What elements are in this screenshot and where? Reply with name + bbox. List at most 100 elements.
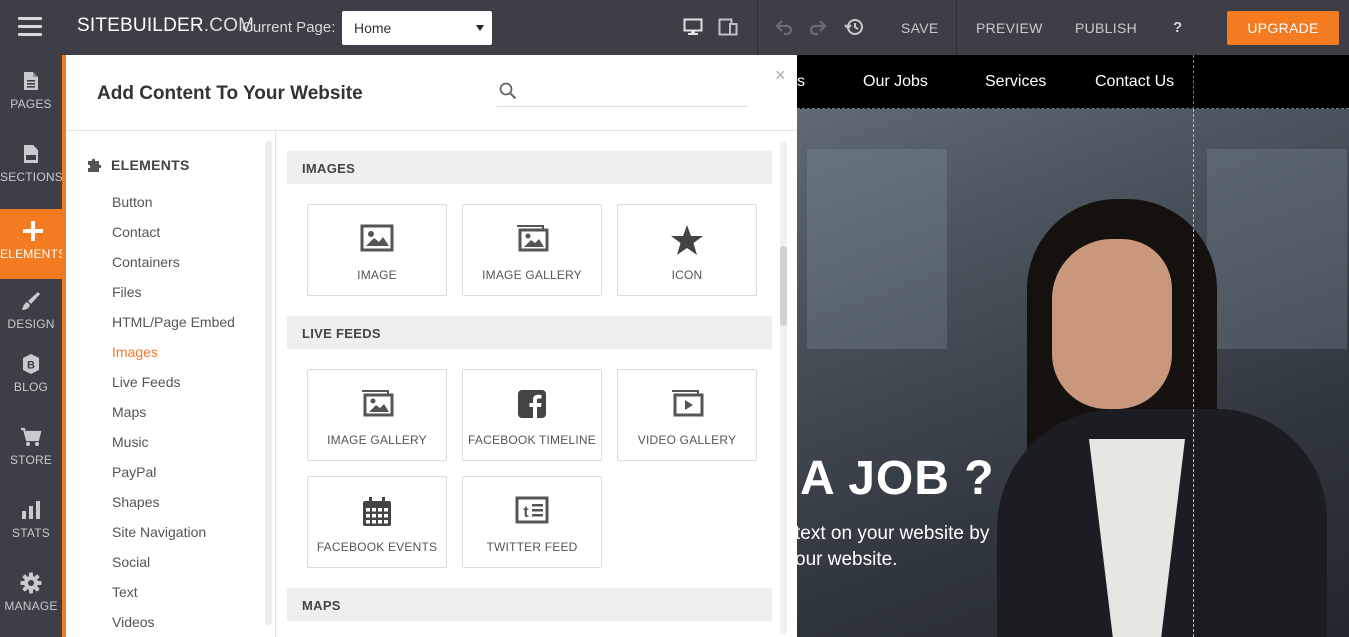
image-gallery-icon [517, 225, 549, 252]
category-html-page-embed[interactable]: HTML/Page Embed [112, 314, 235, 330]
category-shapes[interactable]: Shapes [112, 494, 159, 510]
category-site-navigation[interactable]: Site Navigation [112, 524, 206, 540]
panel-title: Add Content To Your Website [97, 83, 363, 104]
brush-icon [22, 292, 40, 310]
elements-header: ELEMENTS [86, 157, 190, 173]
category-button[interactable]: Button [112, 194, 152, 210]
redo-icon[interactable] [808, 17, 828, 37]
grid-scrollbar[interactable] [780, 141, 787, 635]
sidebar-label: ELEMENTS [0, 247, 67, 261]
elements-header-text: ELEMENTS [111, 157, 190, 173]
sidebar-item-manage[interactable]: MANAGE [0, 572, 62, 637]
tile-twitter-feed[interactable]: t TWITTER FEED [462, 476, 602, 568]
current-page-value: Home [354, 20, 392, 36]
nav-link-contact-us[interactable]: Contact Us [1095, 73, 1174, 91]
gear-icon [20, 572, 42, 594]
category-contact[interactable]: Contact [112, 224, 160, 240]
desktop-view-icon[interactable] [683, 18, 703, 36]
sidebar-label: PAGES [10, 97, 52, 111]
hero-section: A JOB ? text on your website by our websi… [797, 109, 1349, 637]
left-sidebar: PAGES SECTIONS ELEMENTS DESIGN B BLOG ST… [0, 55, 66, 637]
facebook-icon [518, 390, 546, 418]
search-box[interactable] [497, 79, 747, 107]
current-page-select[interactable]: Home [342, 11, 492, 45]
sidebar-item-stats[interactable]: STATS [0, 499, 62, 567]
tile-label: FACEBOOK EVENTS [316, 540, 438, 554]
tile-video-gallery[interactable]: VIDEO GALLERY [617, 369, 757, 461]
category-list: ELEMENTS Button Contact Containers Files… [66, 131, 276, 637]
search-input[interactable] [525, 81, 740, 103]
svg-text:B: B [27, 360, 35, 372]
publish-button[interactable]: PUBLISH [1075, 20, 1137, 36]
background-window [1207, 149, 1347, 349]
category-files[interactable]: Files [112, 284, 142, 300]
scrollbar-thumb[interactable] [780, 246, 787, 326]
hero-title: A JOB ? [800, 452, 995, 505]
top-toolbar: SITEBUILDER.COM Current Page: Home SAVE … [0, 0, 1349, 55]
save-button[interactable]: SAVE [901, 20, 939, 36]
sidebar-item-store[interactable]: STORE [0, 426, 62, 494]
hero-photo-face [1052, 239, 1172, 409]
sidebar-item-blog[interactable]: B BLOG [0, 353, 62, 421]
category-videos[interactable]: Videos [112, 614, 155, 630]
section-header-images: IMAGES [287, 151, 772, 184]
category-paypal[interactable]: PayPal [112, 464, 156, 480]
sidebar-label: STATS [12, 526, 50, 540]
hamburger-menu-icon[interactable] [18, 17, 42, 37]
sidebar-item-elements[interactable]: ELEMENTS [0, 209, 66, 279]
help-button[interactable]: ? [1173, 19, 1182, 36]
nav-link-our-jobs[interactable]: Our Jobs [863, 73, 928, 91]
tile-live-image-gallery[interactable]: IMAGE GALLERY [307, 369, 447, 461]
tile-label: TWITTER FEED [486, 540, 578, 554]
tile-icon[interactable]: ICON [617, 204, 757, 296]
category-containers[interactable]: Containers [112, 254, 180, 270]
stats-icon [22, 501, 40, 519]
guide-line [1193, 109, 1194, 637]
category-live-feeds[interactable]: Live Feeds [112, 374, 180, 390]
toolbar-divider [956, 0, 957, 55]
sidebar-item-design[interactable]: DESIGN [0, 290, 62, 358]
hero-subtitle-line: our website. [797, 549, 898, 570]
guide-line [1193, 55, 1194, 109]
sections-icon [24, 145, 38, 163]
tile-image-gallery[interactable]: IMAGE GALLERY [462, 204, 602, 296]
tile-facebook-events[interactable]: FACEBOOK EVENTS [307, 476, 447, 568]
nav-link-services[interactable]: Services [985, 73, 1046, 91]
sidebar-item-sections[interactable]: SECTIONS [0, 143, 63, 211]
add-content-panel: Add Content To Your Website × ELEMENTS B… [66, 55, 797, 637]
category-social[interactable]: Social [112, 554, 150, 570]
nav-link-partial[interactable]: s [797, 73, 805, 91]
sidebar-item-pages[interactable]: PAGES [0, 70, 62, 138]
tile-label: IMAGE [357, 268, 397, 282]
close-panel-button[interactable]: × [775, 65, 786, 86]
undo-icon[interactable] [774, 17, 794, 37]
hero-subtitle: text on your website by our website. [797, 521, 989, 573]
sidebar-label: SECTIONS [0, 170, 63, 184]
tile-label: IMAGE GALLERY [482, 268, 582, 282]
tile-label: VIDEO GALLERY [637, 433, 737, 447]
upgrade-button[interactable]: UPGRADE [1227, 11, 1339, 45]
star-icon [671, 225, 703, 255]
puzzle-icon [88, 158, 102, 172]
category-music[interactable]: Music [112, 434, 149, 450]
image-gallery-icon [362, 390, 394, 417]
category-text[interactable]: Text [112, 584, 138, 600]
tile-image[interactable]: IMAGE [307, 204, 447, 296]
background-window [807, 149, 947, 349]
website-preview[interactable]: s Our Jobs Services Contact Us A JOB ? t… [797, 55, 1349, 637]
image-icon [360, 224, 394, 252]
category-maps[interactable]: Maps [112, 404, 146, 420]
tile-facebook-timeline[interactable]: FACEBOOK TIMELINE [462, 369, 602, 461]
sidebar-label: MANAGE [4, 599, 58, 613]
preview-button[interactable]: PREVIEW [976, 20, 1043, 36]
sidebar-label: BLOG [13, 380, 49, 394]
toolbar-divider [757, 0, 758, 55]
caret-down-icon [476, 25, 484, 31]
current-page-label: Current Page: [242, 19, 336, 36]
tablet-mobile-view-icon[interactable] [718, 18, 738, 36]
sidebar-label: STORE [9, 453, 53, 467]
category-scrollbar[interactable] [265, 141, 272, 625]
category-images[interactable]: Images [112, 344, 158, 360]
history-icon[interactable] [844, 17, 864, 37]
search-icon [499, 82, 517, 100]
